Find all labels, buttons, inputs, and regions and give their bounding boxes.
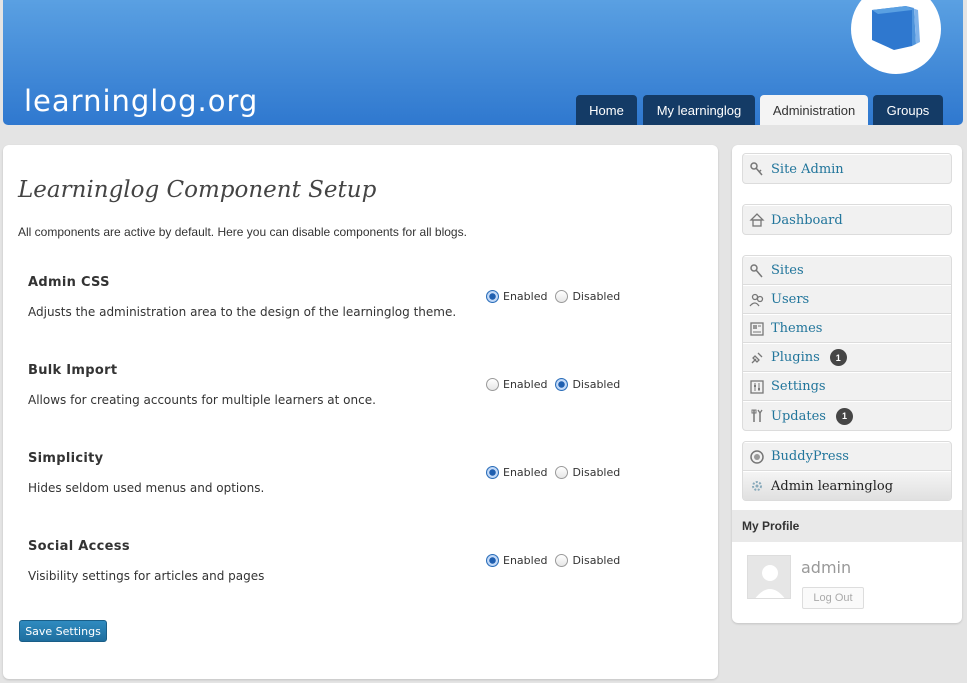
menu-group-network: Sites Users Themes Plugins 1 Settings Up…: [742, 255, 952, 431]
sidebar-item-buddypress[interactable]: BuddyPress: [743, 442, 951, 471]
enabled-label[interactable]: Enabled: [503, 554, 547, 567]
sites-icon: [749, 263, 765, 279]
settings-icon: [749, 379, 765, 395]
profile-username[interactable]: admin: [801, 558, 851, 577]
sidebar-item-site-admin[interactable]: Site Admin: [743, 154, 951, 183]
sidebar-item-themes[interactable]: Themes: [743, 314, 951, 343]
user-silhouette-icon: [748, 556, 790, 598]
disabled-radio[interactable]: [555, 290, 569, 303]
menu-group-dashboard: Dashboard: [742, 204, 952, 235]
enabled-radio[interactable]: [486, 554, 499, 567]
nav-tab-groups[interactable]: Groups: [873, 95, 943, 125]
site-header: learninglog.org Home My learninglog Admi…: [3, 0, 963, 125]
nav-tab-my-learninglog[interactable]: My learninglog: [643, 95, 755, 125]
logo-badge: [851, 0, 941, 74]
sidebar-item-plugins[interactable]: Plugins 1: [743, 343, 951, 372]
component-description: Visibility settings for articles and pag…: [28, 569, 265, 583]
component-toggle-social-access: Enabled Disabled: [486, 554, 628, 567]
enabled-label[interactable]: Enabled: [503, 378, 547, 391]
site-logo[interactable]: learninglog.org: [24, 84, 258, 118]
avatar[interactable]: [747, 555, 791, 599]
sidebar-item-users[interactable]: Users: [743, 285, 951, 314]
sidebar-item-admin-learninglog[interactable]: Admin learninglog: [743, 471, 951, 500]
admin-sidebar: Site Admin Dashboard Sites Users Themes …: [732, 145, 962, 623]
component-title: Bulk Import: [28, 363, 118, 378]
disabled-label[interactable]: Disabled: [572, 466, 620, 479]
users-icon: [749, 292, 765, 308]
updates-count-badge: 1: [835, 407, 853, 425]
nav-tab-home[interactable]: Home: [576, 95, 637, 125]
sidebar-item-settings[interactable]: Settings: [743, 372, 951, 401]
my-profile-heading: My Profile: [732, 510, 962, 542]
buddypress-icon: [749, 449, 765, 465]
component-title: Social Access: [28, 539, 130, 554]
component-title: Admin CSS: [28, 275, 110, 290]
component-toggle-simplicity: Enabled Disabled: [486, 466, 628, 479]
nav-tab-administration[interactable]: Administration: [760, 95, 868, 125]
sidebar-item-sites[interactable]: Sites: [743, 256, 951, 285]
component-description: Adjusts the administration area to the d…: [28, 305, 457, 319]
component-description: Allows for creating accounts for multipl…: [28, 393, 376, 407]
disabled-radio[interactable]: [555, 466, 569, 479]
save-settings-button[interactable]: Save Settings: [19, 620, 107, 642]
component-title: Simplicity: [28, 451, 104, 466]
updates-icon: [749, 408, 765, 424]
component-description: Hides seldom used menus and options.: [28, 481, 265, 495]
book-icon: [872, 6, 920, 50]
plugins-icon: [749, 350, 765, 366]
enabled-label[interactable]: Enabled: [503, 290, 547, 303]
enabled-label[interactable]: Enabled: [503, 466, 547, 479]
page-title: Learninglog Component Setup: [18, 177, 377, 203]
disabled-radio[interactable]: [555, 378, 569, 391]
component-toggle-bulk-import: Enabled Disabled: [486, 378, 628, 391]
enabled-radio[interactable]: [486, 378, 499, 391]
disabled-label[interactable]: Disabled: [572, 554, 620, 567]
disabled-label[interactable]: Disabled: [572, 290, 620, 303]
menu-group-site-admin: Site Admin: [742, 153, 952, 184]
plugins-update-count-badge: 1: [829, 349, 847, 366]
settings-panel: Learninglog Component Setup All componen…: [3, 145, 718, 679]
keys-icon: [749, 161, 765, 177]
themes-icon: [749, 321, 765, 337]
logout-button[interactable]: Log Out: [802, 587, 864, 609]
gear-icon: [749, 478, 765, 494]
intro-text: All components are active by default. He…: [18, 225, 467, 239]
menu-group-buddypress: BuddyPress Admin learninglog: [742, 441, 952, 501]
component-toggle-admin-css: Enabled Disabled: [486, 290, 628, 303]
sidebar-item-updates[interactable]: Updates 1: [743, 401, 951, 430]
enabled-radio[interactable]: [486, 290, 499, 303]
disabled-radio[interactable]: [555, 554, 569, 567]
sidebar-item-dashboard[interactable]: Dashboard: [743, 205, 951, 234]
enabled-radio[interactable]: [486, 466, 499, 479]
home-icon: [749, 212, 765, 228]
disabled-label[interactable]: Disabled: [572, 378, 620, 391]
